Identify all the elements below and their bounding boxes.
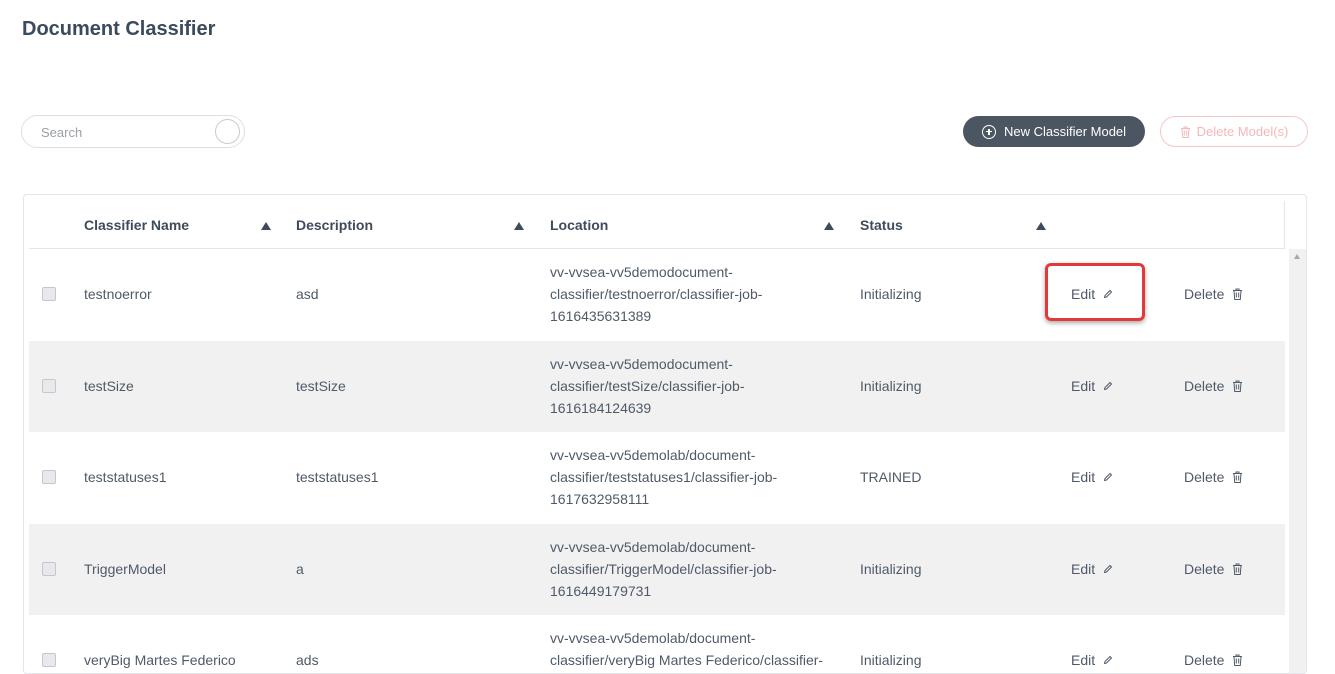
- location-line: vv-vvsea-vv5demodocument-: [550, 355, 733, 372]
- description: ads: [296, 652, 319, 668]
- classifier-name: testnoerror: [84, 286, 152, 302]
- row-checkbox[interactable]: [42, 470, 56, 484]
- description: teststatuses1: [296, 469, 379, 485]
- location-line: 1616184124639: [550, 399, 652, 416]
- scroll-up-arrow-icon[interactable]: [1294, 254, 1300, 259]
- new-classifier-model-button[interactable]: New Classifier Model: [963, 116, 1145, 147]
- row-checkbox[interactable]: [42, 378, 56, 393]
- sort-triangle-icon[interactable]: [261, 222, 271, 230]
- location: vv-vvsea-vv5demolab/document- classifier…: [550, 444, 810, 510]
- edit-button[interactable]: Edit: [1071, 286, 1113, 302]
- location-line: classifier/veryBig Martes Federico/class…: [550, 652, 824, 668]
- delete-button[interactable]: Delete: [1184, 286, 1243, 302]
- table-row: testSize testSize vv-vvsea-vv5demodocume…: [29, 340, 1285, 432]
- location-line: 1616449179731: [550, 582, 652, 599]
- column-header-status[interactable]: Status: [860, 217, 903, 233]
- edit-label: Edit: [1071, 377, 1096, 394]
- edit-button[interactable]: Edit: [1071, 378, 1113, 394]
- table-row: TriggerModel a vv-vvsea-vv5demolab/docum…: [29, 523, 1285, 615]
- status: Initializing: [860, 286, 922, 302]
- classifier-name: testSize: [84, 377, 134, 394]
- classifier-table: Classifier Name Description Location Sta…: [23, 194, 1307, 674]
- location-line: vv-vvsea-vv5demodocument-: [550, 264, 733, 280]
- edit-label: Edit: [1071, 286, 1096, 302]
- delete-label: Delete: [1184, 469, 1225, 485]
- table-row: teststatuses1 teststatuses1 vv-vvsea-vv5…: [29, 432, 1285, 524]
- status: Initializing: [860, 377, 922, 394]
- sort-triangle-icon[interactable]: [824, 222, 834, 230]
- classifier-name: TriggerModel: [84, 560, 166, 577]
- location: vv-vvsea-vv5demolab/document- classifier…: [550, 536, 810, 602]
- delete-button[interactable]: Delete: [1184, 561, 1243, 577]
- plus-circle-icon: [981, 124, 996, 139]
- edit-button[interactable]: Edit: [1071, 469, 1113, 485]
- classifier-name: veryBig Martes Federico: [84, 652, 236, 668]
- edit-label: Edit: [1071, 652, 1096, 668]
- pencil-icon: [1103, 655, 1113, 665]
- row-checkbox[interactable]: [42, 287, 56, 301]
- location-line: vv-vvsea-vv5demolab/document-: [550, 447, 756, 463]
- search-box[interactable]: [21, 115, 245, 148]
- edit-button[interactable]: Edit: [1071, 652, 1113, 668]
- location-line: classifier/testSize/classifier-job-: [550, 377, 745, 394]
- pencil-icon: [1103, 472, 1113, 482]
- delete-models-button[interactable]: Delete Model(s): [1160, 116, 1308, 147]
- new-classifier-model-label: New Classifier Model: [1003, 124, 1127, 139]
- sort-triangle-icon[interactable]: [514, 222, 524, 230]
- edit-button[interactable]: Edit: [1071, 561, 1113, 577]
- table-header: Classifier Name Description Location Sta…: [29, 201, 1285, 249]
- status: TRAINED: [860, 469, 922, 485]
- column-header-location[interactable]: Location: [550, 217, 608, 233]
- table-row: testnoerror asd vv-vvsea-vv5demodocument…: [29, 249, 1285, 341]
- location-line: vv-vvsea-vv5demolab/document-: [550, 630, 756, 646]
- search-toggle-icon[interactable]: [215, 119, 240, 144]
- description: a: [296, 560, 304, 577]
- trash-icon: [1233, 380, 1243, 392]
- search-input[interactable]: [41, 123, 211, 141]
- row-checkbox[interactable]: [42, 653, 56, 667]
- delete-models-label: Delete Model(s): [1196, 124, 1289, 139]
- delete-button[interactable]: Delete: [1184, 469, 1243, 485]
- delete-label: Delete: [1184, 377, 1225, 394]
- page-title: Document Classifier: [22, 18, 216, 40]
- status: Initializing: [860, 560, 922, 577]
- location-line: classifier/testnoerror/classifier-job-: [550, 286, 763, 302]
- delete-label: Delete: [1184, 652, 1225, 668]
- trash-icon: [1233, 563, 1243, 575]
- sort-triangle-icon[interactable]: [1036, 222, 1046, 230]
- location-line: 1617632958111: [550, 491, 650, 507]
- location: vv-vvsea-vv5demodocument- classifier/tes…: [550, 261, 810, 327]
- pencil-icon: [1103, 289, 1113, 299]
- trash-icon: [1180, 126, 1190, 138]
- pencil-icon: [1103, 381, 1113, 390]
- description: asd: [296, 286, 319, 302]
- location-line: vv-vvsea-vv5demolab/document-: [550, 538, 756, 555]
- column-header-description[interactable]: Description: [296, 217, 373, 233]
- location: vv-vvsea-vv5demodocument- classifier/tes…: [550, 353, 810, 419]
- location-line: classifier/teststatuses1/classifier-job-: [550, 469, 778, 485]
- classifier-name: teststatuses1: [84, 469, 167, 485]
- delete-button[interactable]: Delete: [1184, 378, 1243, 394]
- edit-label: Edit: [1071, 469, 1096, 485]
- scrollbar-header-gap: [1284, 201, 1306, 249]
- location: vv-vvsea-vv5demolab/document- classifier…: [550, 627, 840, 671]
- pencil-icon: [1103, 564, 1113, 573]
- table-row: veryBig Martes Federico ads vv-vvsea-vv5…: [29, 615, 1285, 673]
- description: testSize: [296, 377, 346, 394]
- location-line: 1616435631389: [550, 308, 652, 324]
- edit-label: Edit: [1071, 560, 1096, 577]
- delete-label: Delete: [1184, 560, 1225, 577]
- vertical-scrollbar[interactable]: [1289, 249, 1306, 673]
- trash-icon: [1233, 471, 1243, 483]
- status: Initializing: [860, 652, 922, 668]
- trash-icon: [1233, 288, 1243, 300]
- row-checkbox[interactable]: [42, 561, 56, 576]
- location-line: classifier/TriggerModel/classifier-job-: [550, 560, 777, 577]
- trash-icon: [1233, 654, 1243, 666]
- column-header-classifier-name[interactable]: Classifier Name: [84, 217, 189, 233]
- delete-label: Delete: [1184, 286, 1225, 302]
- delete-button[interactable]: Delete: [1184, 652, 1243, 668]
